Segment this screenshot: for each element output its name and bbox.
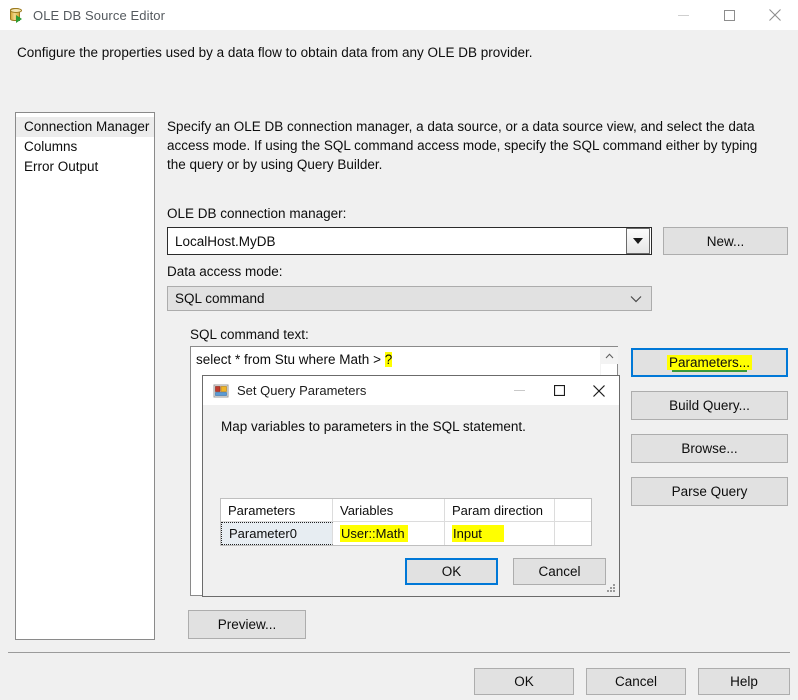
- sql-parameter-token: ?: [384, 352, 393, 367]
- window-titlebar[interactable]: OLE DB Source Editor: [0, 0, 798, 30]
- connection-manager-combobox[interactable]: LocalHost.MyDB: [167, 227, 652, 255]
- header-description: Configure the properties used by a data …: [17, 45, 533, 60]
- minimize-icon[interactable]: [660, 0, 706, 30]
- data-access-mode-label: Data access mode:: [167, 264, 283, 279]
- column-header-param-direction[interactable]: Param direction: [445, 499, 555, 521]
- grid-header-row: Parameters Variables Param direction: [221, 499, 591, 522]
- connection-manager-label: OLE DB connection manager:: [167, 206, 347, 221]
- column-header-spacer: [555, 499, 591, 521]
- preview-button[interactable]: Preview...: [188, 610, 306, 639]
- cell-parameter-name[interactable]: Parameter0: [221, 522, 333, 545]
- cell-spacer: [555, 522, 591, 545]
- parameters-button-label: Parameters...: [666, 355, 753, 370]
- minimize-icon[interactable]: [499, 376, 539, 405]
- parameters-grid[interactable]: Parameters Variables Param direction Par…: [220, 498, 592, 546]
- browse-button[interactable]: Browse...: [631, 434, 788, 463]
- build-query-button[interactable]: Build Query...: [631, 391, 788, 420]
- column-header-parameters[interactable]: Parameters: [221, 499, 333, 521]
- cancel-button[interactable]: Cancel: [586, 668, 686, 695]
- table-row[interactable]: Parameter0 User::Math Input: [221, 522, 591, 545]
- triangle-down-icon[interactable]: [626, 228, 650, 254]
- dialog-cancel-button[interactable]: Cancel: [513, 558, 606, 585]
- data-access-mode-value: SQL command: [175, 291, 265, 306]
- page-list[interactable]: Connection Manager Columns Error Output: [15, 112, 155, 640]
- chevron-down-icon[interactable]: [630, 295, 642, 303]
- parse-query-button[interactable]: Parse Query: [631, 477, 788, 506]
- resize-grip-icon[interactable]: [605, 582, 617, 594]
- cell-param-direction[interactable]: Input: [445, 522, 555, 545]
- dialog-ok-button[interactable]: OK: [405, 558, 498, 585]
- dialog-subtitle: Map variables to parameters in the SQL s…: [221, 419, 526, 434]
- cell-param-direction-value: Input: [452, 525, 504, 542]
- sidebar-item-columns[interactable]: Columns: [16, 137, 154, 157]
- dialog-title: Set Query Parameters: [237, 383, 367, 398]
- data-access-mode-dropdown[interactable]: SQL command: [167, 286, 652, 311]
- ok-button[interactable]: OK: [474, 668, 574, 695]
- maximize-icon[interactable]: [706, 0, 752, 30]
- sidebar-item-error-output[interactable]: Error Output: [16, 157, 154, 177]
- sidebar-item-connection-manager[interactable]: Connection Manager: [16, 117, 154, 137]
- cell-variable-value: User::Math: [340, 525, 408, 542]
- connection-manager-value: LocalHost.MyDB: [175, 233, 276, 249]
- parameters-button[interactable]: Parameters...: [631, 348, 788, 377]
- column-header-variables[interactable]: Variables: [333, 499, 445, 521]
- scroll-up-arrow-icon[interactable]: [601, 347, 618, 364]
- new-connection-button[interactable]: New...: [663, 227, 788, 255]
- sql-text-plain: select * from Stu where Math >: [196, 352, 385, 367]
- close-icon[interactable]: [752, 0, 798, 30]
- dialog-titlebar[interactable]: Set Query Parameters: [203, 376, 619, 405]
- sql-command-value: select * from Stu where Math > ?: [196, 352, 393, 367]
- pane-description: Specify an OLE DB connection manager, a …: [167, 119, 758, 172]
- sql-command-text-label: SQL command text:: [190, 327, 309, 342]
- close-icon[interactable]: [579, 376, 619, 405]
- window-title: OLE DB Source Editor: [33, 7, 166, 23]
- database-source-icon: [9, 7, 25, 23]
- help-button[interactable]: Help: [698, 668, 790, 695]
- window-controls: [660, 0, 798, 30]
- footer-divider: [8, 652, 790, 653]
- maximize-icon[interactable]: [539, 376, 579, 405]
- cell-variable[interactable]: User::Math: [333, 522, 445, 545]
- dialog-window-controls: [499, 376, 619, 405]
- header-band: [0, 30, 798, 92]
- windows-form-icon: [213, 383, 229, 399]
